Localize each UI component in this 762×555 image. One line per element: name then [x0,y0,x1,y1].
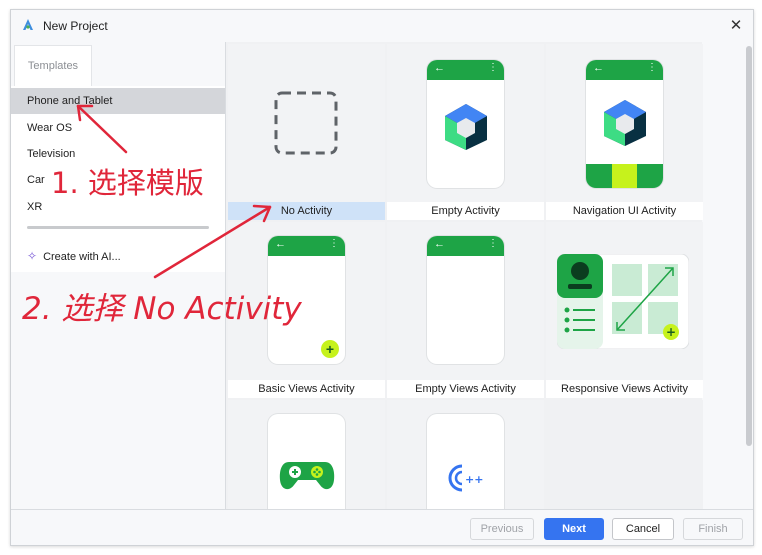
annotation-arrow-2 [153,205,272,279]
annotation-arrows [76,104,272,279]
annotation-step-1: 1. 选择模版 [51,166,204,200]
annotation-step-2: 2. 选择 No Activity [22,291,302,327]
annotation-arrow-1 [76,104,128,154]
